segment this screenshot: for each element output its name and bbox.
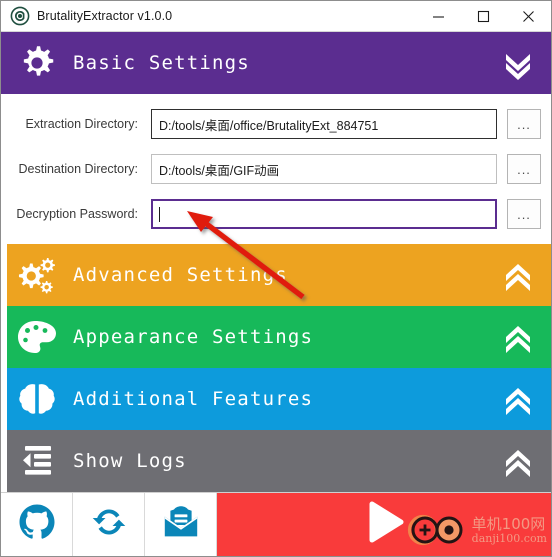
watermark-domain: danji100.com [471, 531, 547, 545]
section-label-advanced-settings: Advanced Settings [73, 264, 288, 286]
chevron-double-down-icon[interactable] [501, 46, 535, 80]
section-wrap-appearance-settings: Appearance Settings [1, 306, 551, 368]
chevron-double-up-icon-logs[interactable] [501, 444, 535, 478]
destination-directory-value: D:/tools/桌面/GIF动画 [159, 163, 280, 178]
start-button[interactable]: 单机100网 danji100.com [217, 493, 551, 556]
github-button[interactable] [1, 493, 73, 556]
cogs-icon [11, 244, 63, 306]
destination-directory-field[interactable]: D:/tools/桌面/GIF动画 [151, 154, 497, 184]
section-header-additional-features[interactable]: Additional Features [1, 368, 551, 430]
label-decryption-password: Decryption Password: [16, 207, 138, 221]
section-label-show-logs: Show Logs [73, 450, 187, 472]
palette-icon [11, 306, 63, 368]
github-icon [17, 502, 57, 547]
decryption-password-field[interactable] [151, 199, 497, 229]
section-header-basic-settings[interactable]: Basic Settings [1, 32, 551, 94]
form-row-destination-directory: Destination Directory: D:/tools/桌面/GIF动画… [1, 153, 551, 185]
bottom-toolbar: 单机100网 danji100.com [1, 492, 551, 556]
danji100-logo-icon [404, 509, 470, 552]
basic-settings-body: Extraction Directory: D:/tools/桌面/office… [1, 94, 551, 244]
section-header-advanced-settings[interactable]: Advanced Settings [1, 244, 551, 306]
section-label-additional-features: Additional Features [73, 388, 314, 410]
form-row-extraction-directory: Extraction Directory: D:/tools/桌面/office… [1, 108, 551, 140]
section-wrap-advanced-settings: Advanced Settings [1, 244, 551, 306]
app-window: BrutalityExtractor v1.0.0 Basic Settings… [0, 0, 552, 557]
chevron-double-up-icon-advanced[interactable] [501, 258, 535, 292]
browse-decryption-password-button[interactable]: ... [507, 199, 541, 229]
extraction-directory-field[interactable]: D:/tools/桌面/office/BrutalityExt_884751 [151, 109, 497, 139]
watermark-text: 单机100网 danji100.com [471, 514, 547, 545]
section-wrap-additional-features: Additional Features [1, 368, 551, 430]
feedback-button[interactable] [145, 493, 217, 556]
label-extraction-directory: Extraction Directory: [25, 117, 138, 131]
browse-extraction-label: ... [517, 116, 531, 132]
watermark-chinese: 单机100网 [471, 514, 546, 533]
section-wrap-show-logs: Show Logs [1, 430, 551, 492]
close-button[interactable] [506, 1, 551, 31]
text-caret [159, 206, 160, 222]
envelope-document-icon [161, 502, 201, 547]
maximize-button[interactable] [461, 1, 506, 31]
watermark: 单机100网 danji100.com [404, 509, 547, 552]
title-bar: BrutalityExtractor v1.0.0 [1, 1, 551, 32]
section-header-appearance-settings[interactable]: Appearance Settings [1, 306, 551, 368]
update-button[interactable] [73, 493, 145, 556]
section-label-basic-settings: Basic Settings [73, 52, 250, 74]
extraction-directory-value: D:/tools/桌面/office/BrutalityExt_884751 [159, 118, 379, 133]
chevron-double-up-icon-additional[interactable] [501, 382, 535, 416]
gear-icon [11, 32, 63, 94]
play-triangle-icon [358, 496, 410, 553]
section-label-appearance-settings: Appearance Settings [73, 326, 314, 348]
window-title: BrutalityExtractor v1.0.0 [37, 9, 173, 23]
indent-decrease-icon [11, 430, 63, 492]
section-header-show-logs[interactable]: Show Logs [1, 430, 551, 492]
app-logo-icon [9, 5, 31, 27]
sync-refresh-icon [89, 502, 129, 547]
browse-destination-label: ... [517, 161, 531, 177]
browse-destination-directory-button[interactable]: ... [507, 154, 541, 184]
browse-extraction-directory-button[interactable]: ... [507, 109, 541, 139]
brain-icon [11, 368, 63, 430]
chevron-double-up-icon-appearance[interactable] [501, 320, 535, 354]
minimize-button[interactable] [416, 1, 461, 31]
label-destination-directory: Destination Directory: [18, 162, 139, 176]
browse-password-label: ... [517, 206, 531, 222]
window-controls [416, 1, 551, 31]
form-row-decryption-password: Decryption Password: ... [1, 198, 551, 230]
